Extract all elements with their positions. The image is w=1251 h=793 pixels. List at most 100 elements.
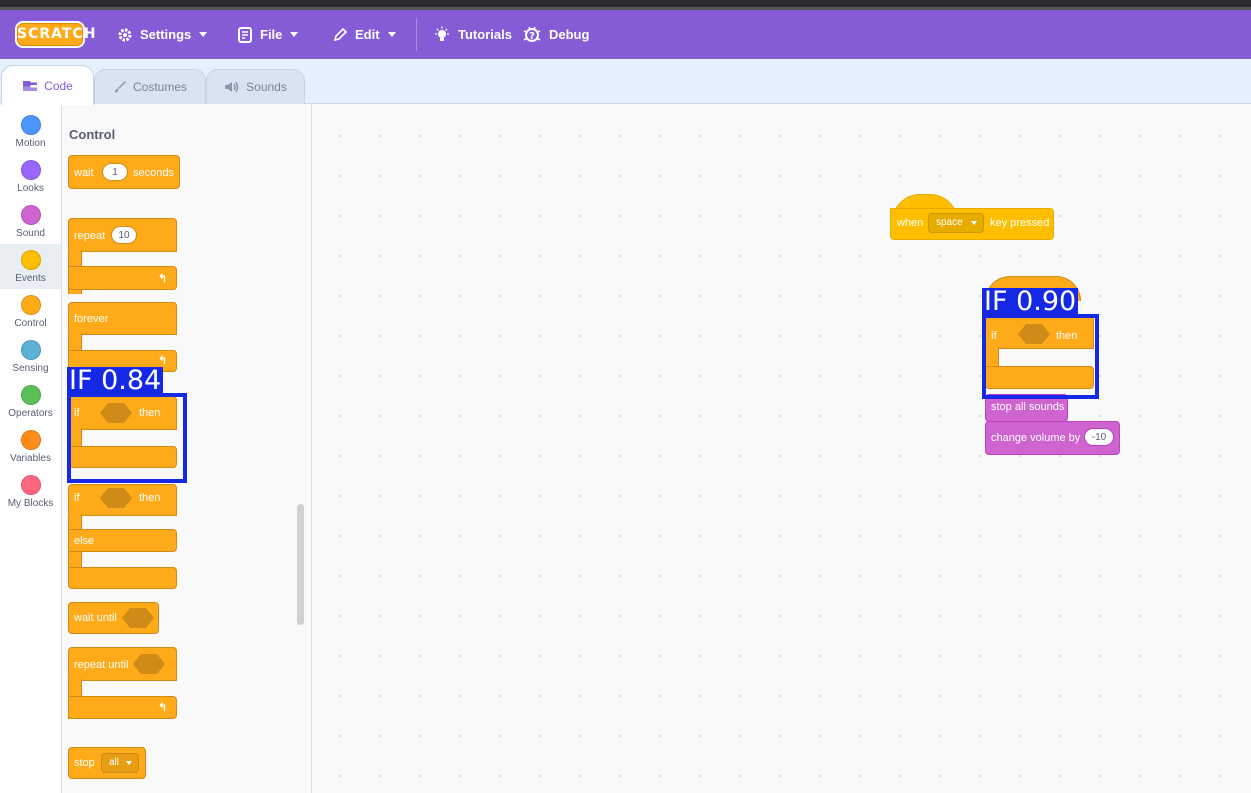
stop-label: stop [74,757,95,769]
category-label: Variables [10,453,51,464]
key-pressed-label: key pressed [990,217,1050,229]
my-blocks-color-dot-icon [20,475,41,495]
detection-box [982,314,1099,399]
settings-label: Settings [140,27,192,42]
then-label: then [139,492,161,504]
control-color-dot-icon [20,295,41,315]
repeat-label: repeat [74,230,106,242]
speaker-icon [225,81,239,93]
category-label: Looks [17,183,44,194]
wait-block[interactable]: wait 1 seconds [68,155,181,193]
detection-label: IF 0.90 [982,286,1079,317]
repeat-until-block[interactable]: repeat until ↰ [68,647,178,723]
gear-icon [118,28,132,41]
scratch-editor: SCRATCH Settings File Edit Tutorials ? D… [0,0,1251,793]
if-else-block[interactable]: if then else [68,484,178,592]
category-variables[interactable]: Variables [0,424,61,469]
category-label: Operators [8,408,53,419]
menu-divider [416,18,417,51]
category-label: Sensing [12,363,49,374]
tab-costumes-label: Costumes [132,80,188,94]
editor-tab-bar: Code Costumes Sounds [0,59,1251,105]
detection-box [67,393,187,483]
tab-sounds-label: Sounds [246,80,287,94]
file-icon [238,26,252,43]
change-volume-block[interactable]: change volume by -10 [985,421,1121,461]
lightbulb-icon [435,26,449,41]
debug-label: Debug [549,27,590,42]
category-label: Sound [16,228,45,239]
wait-seconds-input[interactable]: 1 [102,163,128,181]
sound-color-dot-icon [20,205,41,225]
category-my-blocks[interactable]: My Blocks [0,469,61,514]
forever-block[interactable]: forever ↰ [68,302,178,373]
category-looks[interactable]: Looks [0,154,61,199]
variables-color-dot-icon [20,430,41,450]
tab-costumes[interactable]: Costumes [94,69,206,104]
edit-label: Edit [355,27,380,42]
events-color-dot-icon [20,250,41,270]
stop-block[interactable]: stop all [68,747,148,781]
looks-color-dot-icon [20,160,41,180]
edit-menu[interactable]: Edit [333,10,396,59]
repeat-block[interactable]: repeat 10 ↰ [68,218,178,294]
tab-code[interactable]: Code [1,65,94,105]
category-operators[interactable]: Operators [0,379,61,424]
category-sensing[interactable]: Sensing [0,334,61,379]
volume-input[interactable]: -10 [1084,428,1114,446]
repeat-count-input[interactable]: 10 [111,226,137,244]
svg-text:?: ? [529,31,535,42]
script-workspace[interactable]: when space key pressed if then stop all … [312,104,1251,793]
change-volume-label: change volume by [991,432,1081,444]
scratch-logo[interactable]: SCRATCH [15,21,95,48]
chevron-down-icon [387,32,396,37]
wait-until-block[interactable]: wait until [68,602,160,636]
pencil-icon [333,27,348,42]
category-sound[interactable]: Sound [0,199,61,244]
if-label: if [74,492,80,504]
category-events[interactable]: Events [0,244,61,289]
forever-label: forever [74,313,109,325]
loop-arrow-icon: ↰ [158,702,168,714]
paintbrush-icon [114,81,126,93]
category-menu: Motion Looks Sound Events Control Sensin… [0,104,62,793]
menu-bar: SCRATCH Settings File Edit Tutorials ? D… [0,10,1251,59]
repeat-until-label: repeat until [74,659,129,671]
category-label: Motion [15,138,46,149]
when-key-pressed-block[interactable]: when space key pressed [890,194,1056,244]
tutorials-menu[interactable]: Tutorials [433,10,512,59]
chevron-down-icon [290,32,299,37]
settings-menu[interactable]: Settings [117,10,208,59]
when-label: when [897,217,924,229]
code-icon [23,80,38,91]
debug-menu[interactable]: ? Debug [522,10,589,59]
file-menu[interactable]: File [238,10,299,59]
palette-scrollbar[interactable] [297,504,304,625]
block-palette: Control wait 1 seconds repeat 10 ↰ forev… [62,104,312,793]
operators-color-dot-icon [20,385,41,405]
tutorials-label: Tutorials [458,27,512,42]
wait-until-label: wait until [74,612,117,624]
palette-section-title: Control [69,127,116,142]
browser-chrome-strip [0,0,1251,10]
motion-color-dot-icon [20,115,41,135]
file-label: File [260,27,283,42]
stop-all-sounds-label: stop all sounds [991,401,1065,413]
category-label: My Blocks [7,498,54,509]
if-else-block-bottom [68,567,177,589]
category-motion[interactable]: Motion [0,109,61,154]
tab-sounds[interactable]: Sounds [206,69,305,104]
loop-arrow-icon: ↰ [158,273,168,285]
bug-icon: ? [523,26,541,42]
category-label: Events [15,273,46,284]
sensing-color-dot-icon [20,340,41,360]
chevron-down-icon [199,32,208,37]
key-dropdown[interactable]: space [928,213,984,233]
stop-option-dropdown[interactable]: all [101,753,139,773]
category-control[interactable]: Control [0,289,61,334]
detection-label: IF 0.84 [67,365,164,396]
wait-unit-label: seconds [133,167,174,179]
tab-code-label: Code [44,78,73,93]
wait-label: wait [74,167,94,179]
category-label: Control [14,318,47,329]
